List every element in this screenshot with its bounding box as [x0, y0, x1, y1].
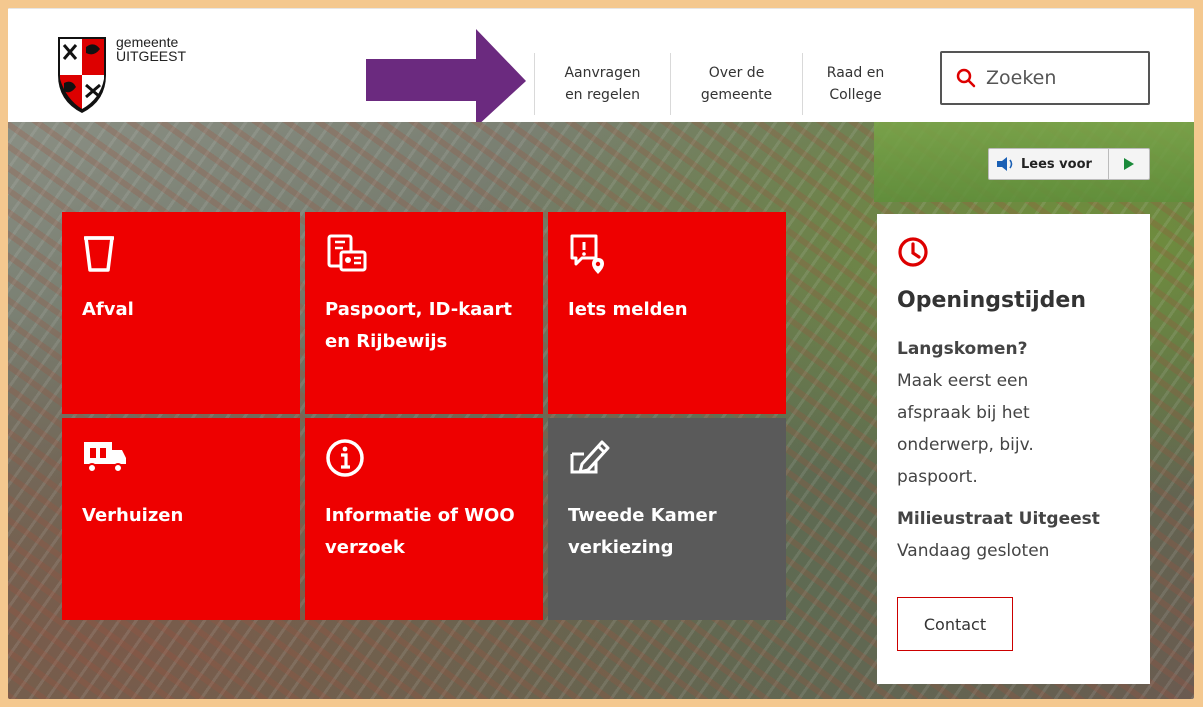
- lees-voor-label: Lees voor: [1021, 156, 1092, 172]
- moving-truck-icon: [84, 442, 126, 473]
- play-button[interactable]: [1109, 149, 1149, 179]
- lees-voor-button[interactable]: Lees voor: [989, 149, 1109, 179]
- contact-button[interactable]: Contact: [897, 597, 1013, 651]
- langskomen-heading: Langskomen?: [897, 339, 1028, 359]
- nav-item-label: Over de gemeente: [700, 65, 773, 103]
- milieustraat-status: Vandaag gesloten: [897, 541, 1050, 561]
- nav-item-raad-en-college[interactable]: Raad en College: [802, 53, 908, 115]
- coat-of-arms-icon: [56, 35, 124, 115]
- opening-hours-title: Openingstijden: [897, 288, 1087, 313]
- search-placeholder: Zoeken: [986, 67, 1057, 89]
- search-input[interactable]: Zoeken: [940, 51, 1150, 105]
- report-location-icon: [570, 234, 604, 274]
- main-nav: Aanvragen en regelen Over de gemeente Ra…: [534, 53, 908, 115]
- lees-voor-widget: Lees voor: [988, 148, 1150, 180]
- tile-label: Verhuizen: [82, 505, 184, 526]
- tile-iets-melden[interactable]: Iets melden: [548, 212, 786, 414]
- play-icon: [1124, 158, 1134, 170]
- nav-item-label: Aanvragen en regelen: [564, 65, 641, 103]
- tile-paspoort[interactable]: Paspoort, ID-kaart en Rijbewijs: [305, 212, 543, 414]
- site-logo[interactable]: gemeente UITGEEST: [56, 35, 186, 115]
- purple-arrow-annotation: [366, 29, 526, 127]
- tile-label: Paspoort, ID-kaart en Rijbewijs: [325, 299, 512, 352]
- tile-tweede-kamer[interactable]: Tweede Kamer verkiezing: [548, 418, 786, 620]
- logo-line-2: UITGEEST: [116, 48, 187, 64]
- trash-bin-icon: [84, 236, 114, 272]
- vote-pen-icon: [570, 440, 610, 474]
- tile-label: Informatie of WOO verzoek: [325, 505, 515, 558]
- milieustraat-heading: Milieustraat Uitgeest: [897, 509, 1100, 529]
- info-icon: [326, 439, 364, 477]
- tile-afval[interactable]: Afval: [62, 212, 300, 414]
- clock-icon: [898, 237, 928, 267]
- nav-item-aanvragen[interactable]: Aanvragen en regelen: [534, 53, 670, 115]
- hero-aerial-photo: Lees voor Afval Paspoort, ID-kaart en Ri…: [8, 122, 1194, 699]
- tile-informatie-woo[interactable]: Informatie of WOO verzoek: [305, 418, 543, 620]
- tile-label: Iets melden: [568, 299, 688, 320]
- nav-item-over-de-gemeente[interactable]: Over de gemeente: [670, 53, 802, 115]
- site-header: gemeente UITGEEST Aanvragen en regelen O…: [8, 8, 1194, 127]
- logo-line-1: gemeente: [116, 34, 179, 50]
- opening-hours-card: Openingstijden Langskomen? Maak eerst ee…: [877, 214, 1150, 684]
- tile-label: Afval: [82, 299, 134, 320]
- speaker-icon: [997, 157, 1013, 171]
- tile-label: Tweede Kamer verkiezing: [568, 505, 717, 558]
- nav-item-label: Raad en College: [826, 65, 885, 103]
- search-icon: [956, 68, 976, 88]
- id-documents-icon: [327, 234, 367, 272]
- page-frame: gemeente UITGEEST Aanvragen en regelen O…: [8, 8, 1194, 699]
- tile-verhuizen[interactable]: Verhuizen: [62, 418, 300, 620]
- langskomen-text: Maak eerst een afspraak bij het onderwer…: [897, 371, 1034, 487]
